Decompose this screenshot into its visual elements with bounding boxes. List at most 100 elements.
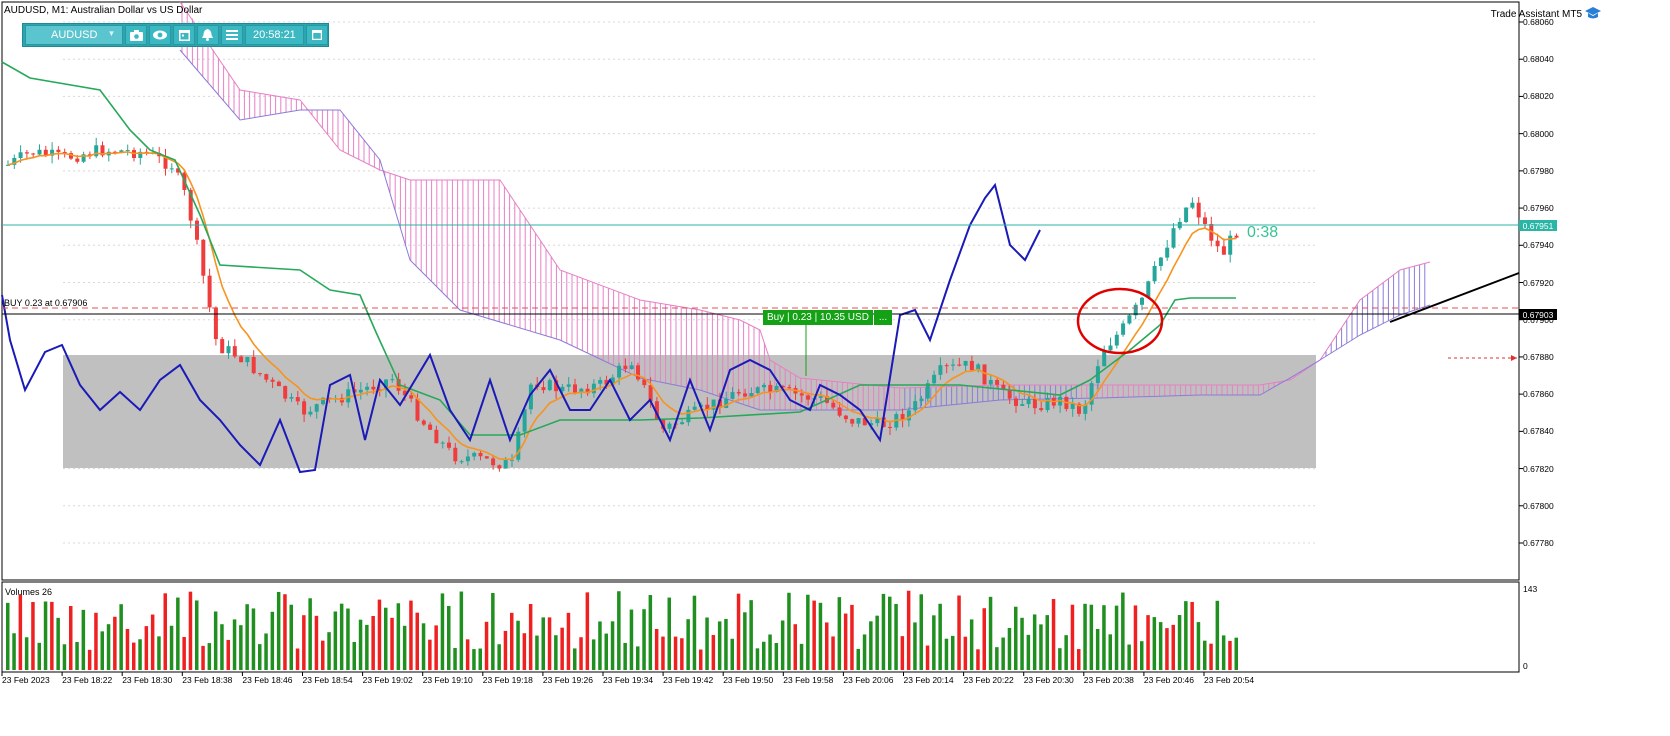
volume-bar xyxy=(617,591,621,670)
candle-body xyxy=(409,395,414,399)
alarm-button[interactable] xyxy=(196,25,219,45)
candle-body xyxy=(1026,398,1031,405)
price-tick-label: 0.67840 xyxy=(1523,426,1554,437)
volume-bar xyxy=(1221,635,1226,670)
time-tick-label: 23 Feb 19:42 xyxy=(663,675,714,685)
candle-body xyxy=(75,158,80,162)
volume-bar xyxy=(1108,634,1112,670)
volume-bar xyxy=(894,603,898,670)
volume-bar xyxy=(358,619,363,670)
volume-bar xyxy=(226,639,230,670)
volume-bar xyxy=(573,648,577,670)
volume-bar xyxy=(869,621,873,670)
graduation-cap-icon[interactable] xyxy=(1585,6,1601,20)
candle-body xyxy=(692,406,697,410)
volume-bar xyxy=(327,632,331,670)
time-tick-label: 23 Feb 18:30 xyxy=(122,675,173,685)
volume-bar xyxy=(1171,624,1175,670)
candle-body xyxy=(251,357,256,374)
volume-bar xyxy=(447,605,451,670)
menu-button[interactable] xyxy=(220,25,243,45)
time-tick-label: 23 Feb 19:02 xyxy=(362,675,413,685)
trade-toolbar: AUDUSD ▼ 20:58:21 xyxy=(22,23,329,47)
volume-bar xyxy=(913,622,917,670)
candle-body xyxy=(1102,350,1107,367)
candle-body xyxy=(302,401,307,415)
candle-body xyxy=(1108,345,1113,351)
price-tick-label: 0.67800 xyxy=(1523,500,1554,511)
volume-bar xyxy=(774,643,779,670)
volume-bar xyxy=(251,608,256,670)
volume-bar xyxy=(1045,615,1049,670)
price-chart[interactable] xyxy=(0,0,1670,736)
buy-position-tag[interactable]: Buy | 0.23 | 10.35 USD xyxy=(763,310,873,325)
volume-bar xyxy=(1127,644,1131,670)
volume-bar xyxy=(264,633,268,670)
candle-body xyxy=(478,452,483,457)
chart-title: AUDUSD, M1: Australian Dollar vs US Doll… xyxy=(4,5,203,16)
candle-body xyxy=(434,429,439,444)
candle-body xyxy=(283,386,288,399)
candle-body xyxy=(447,442,451,448)
senkou-span-a xyxy=(179,1,1431,389)
candle-body xyxy=(484,456,489,459)
volume-bar xyxy=(377,599,382,670)
volume-bar xyxy=(333,611,338,670)
volume-bar xyxy=(352,641,356,670)
volume-bar xyxy=(743,612,747,670)
price-tick-label: 0.67880 xyxy=(1523,351,1554,362)
current-price-label: 0.67951 xyxy=(1519,220,1557,231)
volume-bar xyxy=(365,624,369,670)
volume-bar xyxy=(491,592,495,670)
price-tick-label: 0.67920 xyxy=(1523,277,1554,288)
time-tick-label: 23 Feb 18:46 xyxy=(242,675,293,685)
screenshot-button[interactable] xyxy=(125,25,148,45)
volume-bar xyxy=(339,603,344,670)
alarm-icon xyxy=(202,29,214,41)
volume-bar xyxy=(258,644,262,670)
volume-bar xyxy=(541,617,545,670)
candle-body xyxy=(837,407,842,416)
candle-body xyxy=(497,465,502,469)
candle-body xyxy=(573,384,577,393)
volume-bar xyxy=(56,617,60,670)
time-tick-label: 23 Feb 19:26 xyxy=(542,675,593,685)
candle-body xyxy=(201,239,206,276)
candle-body xyxy=(169,168,174,170)
volume-bar xyxy=(409,600,413,670)
volume-bar xyxy=(295,648,300,670)
chart-window[interactable]: AUDUSD, M1: Australian Dollar vs US Doll… xyxy=(0,0,1670,736)
time-tick-label: 23 Feb 19:58 xyxy=(783,675,834,685)
volume-bar xyxy=(1114,605,1119,670)
volume-bar xyxy=(1228,640,1232,670)
time-tick-label: 23 Feb 20:30 xyxy=(1023,675,1074,685)
volume-bar xyxy=(906,590,911,670)
volume-bar xyxy=(1190,601,1194,670)
window-toggle-button[interactable] xyxy=(306,25,329,45)
volume-bar xyxy=(825,622,829,670)
volume-bar xyxy=(787,592,791,670)
buy-tag-more-button[interactable]: ... xyxy=(874,310,892,325)
volume-bar xyxy=(62,644,67,670)
symbol-selector[interactable]: AUDUSD ▼ xyxy=(25,25,124,45)
volume-bar xyxy=(516,620,520,670)
volume-bar xyxy=(346,608,350,670)
volume-bar xyxy=(661,636,665,670)
volume-bar xyxy=(591,639,596,670)
price-tick-label: 0.67860 xyxy=(1523,389,1554,400)
volume-bar xyxy=(1146,615,1150,670)
volume-bar xyxy=(421,623,426,670)
volume-bar xyxy=(673,636,678,670)
candle-body xyxy=(932,374,937,384)
volume-bar xyxy=(1121,592,1125,670)
volume-bar xyxy=(1215,600,1220,670)
volume-bar xyxy=(106,624,111,670)
calendar-button[interactable] xyxy=(173,25,195,45)
volume-bar xyxy=(680,638,684,670)
candle-body xyxy=(516,431,521,460)
visibility-button[interactable] xyxy=(149,25,172,45)
volume-bar xyxy=(239,625,243,670)
volume-bar xyxy=(969,619,974,670)
time-tick-label: 23 Feb 19:34 xyxy=(603,675,654,685)
time-tick-label: 23 Feb 18:38 xyxy=(182,675,233,685)
